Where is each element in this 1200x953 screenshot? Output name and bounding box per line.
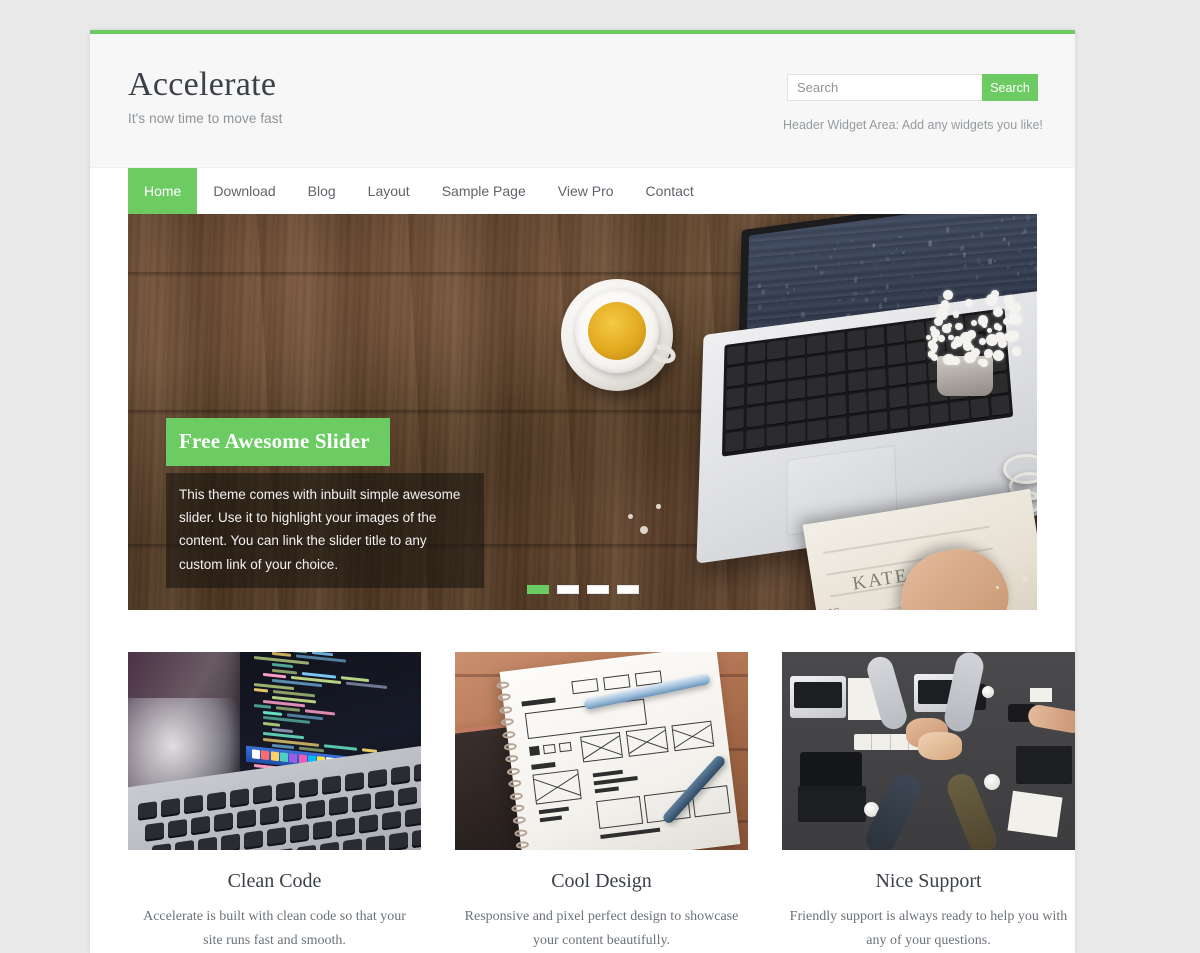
nav-item-sample-page[interactable]: Sample Page (426, 168, 542, 214)
slide-text: This theme comes with inbuilt simple awe… (166, 473, 484, 588)
site-tagline: It's now time to move fast (128, 111, 282, 126)
primary-navigation[interactable]: Home Download Blog Layout Sample Page Vi… (90, 168, 1075, 214)
search-input[interactable] (787, 74, 982, 101)
header-widget-note: Header Widget Area: Add any widgets you … (783, 118, 1033, 132)
search-submit-button[interactable]: Search (982, 74, 1038, 101)
slider-dot-2[interactable] (557, 585, 579, 594)
slide-caption: Free Awesome Slider This theme comes wit… (166, 418, 484, 588)
nav-item-view-pro[interactable]: View Pro (542, 168, 630, 214)
site-branding[interactable]: Accelerate It's now time to move fast (128, 66, 282, 126)
feature-title-cool-design[interactable]: Cool Design (455, 870, 748, 893)
nav-item-layout[interactable]: Layout (352, 168, 426, 214)
feature-text-nice-support: Friendly support is always ready to help… (782, 905, 1075, 953)
site-header: Accelerate It's now time to move fast Se… (90, 34, 1075, 168)
flower-pot-object (919, 286, 1019, 396)
nav-item-contact[interactable]: Contact (630, 168, 710, 214)
header-widget-area: Search Header Widget Area: Add any widge… (787, 74, 1037, 132)
slider-dot-3[interactable] (587, 585, 609, 594)
slider-dot-4[interactable] (617, 585, 639, 594)
nav-item-download[interactable]: Download (197, 168, 291, 214)
feature-image-cool-design[interactable] (455, 652, 748, 850)
feature-image-clean-code[interactable] (128, 652, 421, 850)
search-form[interactable]: Search (787, 74, 977, 101)
feature-text-cool-design: Responsive and pixel perfect design to s… (455, 905, 748, 953)
feature-nice-support[interactable]: Nice Support Friendly support is always … (782, 652, 1075, 953)
feature-columns: Clean Code Accelerate is built with clea… (90, 610, 1075, 953)
nav-item-home[interactable]: Home (128, 168, 197, 214)
nav-item-blog[interactable]: Blog (292, 168, 352, 214)
coffee-cup-object (561, 279, 673, 391)
feature-text-clean-code: Accelerate is built with clean code so t… (128, 905, 421, 953)
feature-clean-code[interactable]: Clean Code Accelerate is built with clea… (128, 652, 421, 953)
feature-cool-design[interactable]: Cool Design Responsive and pixel perfect… (455, 652, 748, 953)
featured-slider[interactable]: KATE IS Free Awesome Slider This theme c… (128, 214, 1037, 610)
slider-pagination[interactable] (128, 585, 1037, 594)
slide-title[interactable]: Free Awesome Slider (166, 418, 390, 466)
site-title[interactable]: Accelerate (128, 66, 282, 104)
feature-title-nice-support[interactable]: Nice Support (782, 870, 1075, 893)
feature-title-clean-code[interactable]: Clean Code (128, 870, 421, 893)
slider-dot-1[interactable] (527, 585, 549, 594)
feature-image-nice-support[interactable] (782, 652, 1075, 850)
site-container: Accelerate It's now time to move fast Se… (90, 30, 1075, 953)
